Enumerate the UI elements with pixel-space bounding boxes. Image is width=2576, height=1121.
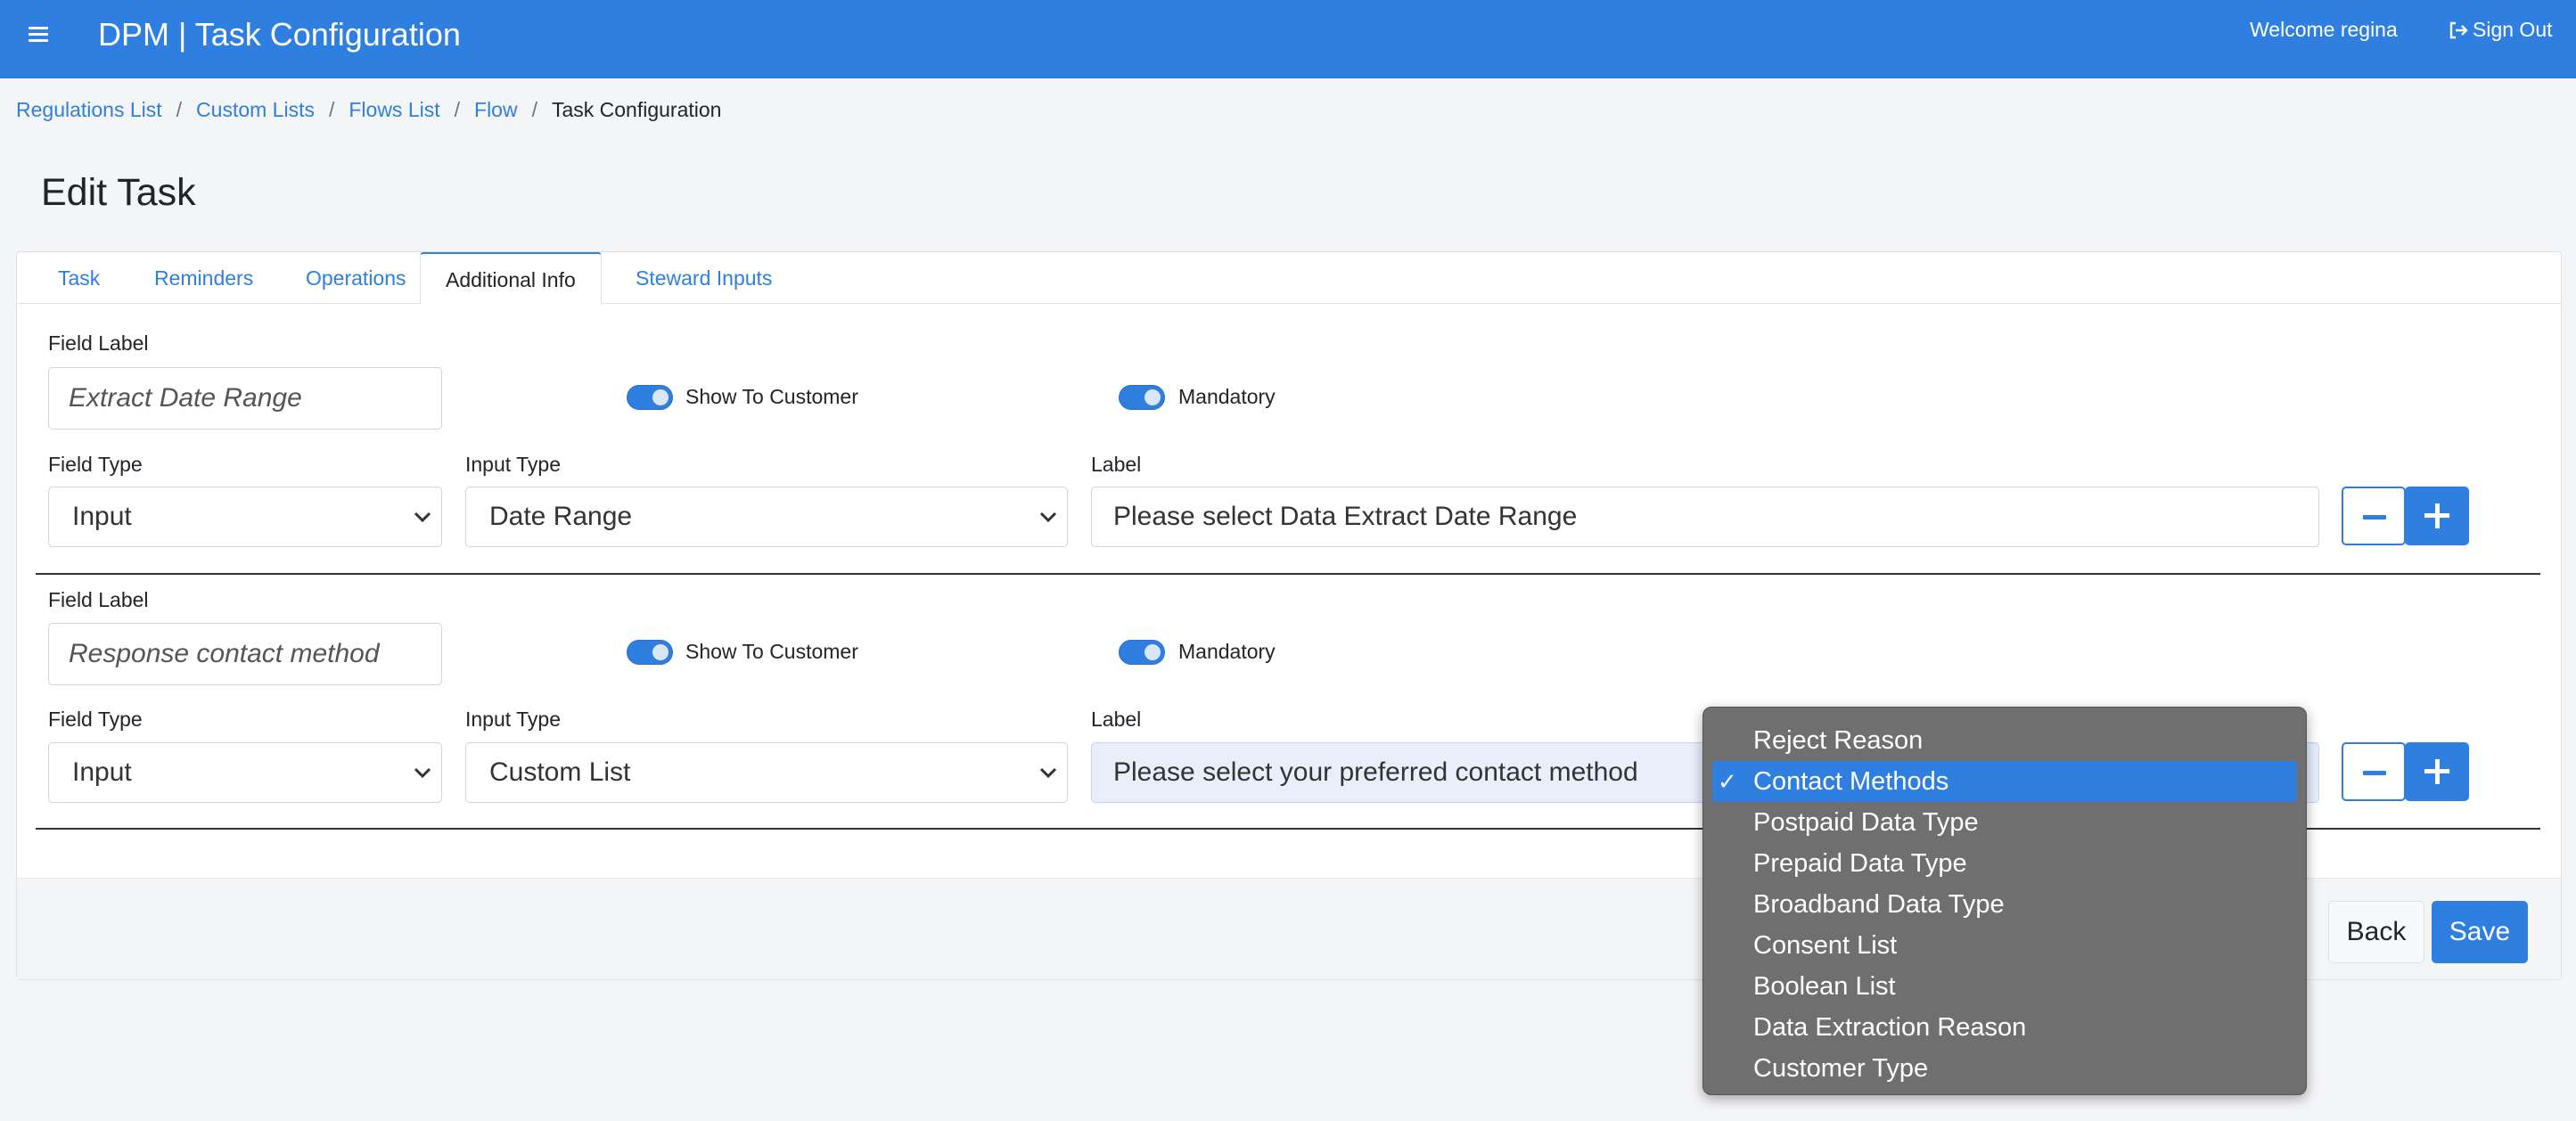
breadcrumb-custom-lists[interactable]: Custom Lists	[196, 98, 315, 122]
input-type-value: Date Range	[489, 502, 633, 531]
tab-additional-info[interactable]: Additional Info	[420, 252, 602, 305]
breadcrumb-flows-list[interactable]: Flows List	[349, 98, 439, 122]
breadcrumb-current: Task Configuration	[551, 98, 722, 121]
mandatory-toggle[interactable]	[1119, 640, 1165, 665]
dropdown-option[interactable]: Postpaid Data Type	[1712, 802, 2297, 843]
chevron-down-icon	[1039, 767, 1057, 779]
field-type-value: Input	[72, 757, 132, 787]
breadcrumb-separator: /	[328, 98, 335, 121]
field-label-input[interactable]: Response contact method	[48, 623, 442, 685]
show-to-customer-label: Show To Customer	[685, 640, 858, 663]
breadcrumb-regulations-list[interactable]: Regulations List	[16, 98, 162, 122]
input-type-value: Custom List	[489, 757, 631, 787]
breadcrumb-separator: /	[176, 98, 183, 121]
dropdown-option[interactable]: Broadband Data Type	[1712, 884, 2297, 925]
dropdown-option[interactable]: Reject Reason	[1712, 720, 2297, 761]
save-button[interactable]: Save	[2432, 901, 2528, 963]
label-caption: Label	[1091, 708, 1142, 731]
app-title: DPM | Task Configuration	[98, 16, 461, 53]
dropdown-option[interactable]: Boolean List	[1712, 966, 2297, 1007]
breadcrumb-separator: /	[454, 98, 461, 121]
field-type-select[interactable]: Input	[48, 487, 442, 547]
show-to-customer-label: Show To Customer	[685, 385, 858, 408]
show-to-customer-toggle[interactable]	[627, 385, 673, 410]
sign-out-label: Sign Out	[2473, 18, 2553, 41]
field-label-caption: Field Label	[48, 588, 149, 611]
tab-task[interactable]: Task	[33, 252, 125, 304]
remove-field-button[interactable]	[2342, 742, 2406, 801]
minus-icon	[2363, 771, 2386, 775]
dropdown-option-selected[interactable]: ✓ Contact Methods	[1712, 761, 2297, 802]
breadcrumb-separator: /	[531, 98, 537, 121]
mandatory-label: Mandatory	[1178, 385, 1276, 408]
dropdown-option[interactable]: Consent List	[1712, 925, 2297, 966]
custom-list-dropdown: Reject Reason ✓ Contact Methods Postpaid …	[1702, 707, 2307, 1095]
dropdown-option[interactable]: Customer Type	[1712, 1048, 2297, 1089]
input-type-caption: Input Type	[465, 708, 561, 731]
field-type-caption: Field Type	[48, 708, 143, 731]
field-type-caption: Field Type	[48, 453, 143, 476]
dropdown-option[interactable]: Data Extraction Reason	[1712, 1007, 2297, 1048]
sign-out-link[interactable]: Sign Out	[2448, 18, 2553, 42]
mandatory-label: Mandatory	[1178, 640, 1276, 663]
input-type-select[interactable]: Date Range	[465, 487, 1068, 547]
input-type-select[interactable]: Custom List	[465, 742, 1068, 803]
chevron-down-icon	[414, 511, 431, 523]
row-divider	[36, 573, 2540, 575]
minus-icon	[2363, 515, 2386, 520]
tab-reminders[interactable]: Reminders	[129, 252, 278, 304]
field-type-value: Input	[72, 502, 132, 531]
add-field-button[interactable]	[2405, 742, 2469, 801]
add-field-button[interactable]	[2405, 487, 2469, 545]
check-icon: ✓	[1718, 768, 1737, 795]
input-type-caption: Input Type	[465, 453, 561, 476]
chevron-down-icon	[1039, 511, 1057, 523]
tab-operations[interactable]: Operations	[281, 252, 431, 304]
tab-steward-inputs[interactable]: Steward Inputs	[611, 252, 797, 304]
sign-out-icon	[2449, 21, 2468, 38]
breadcrumb: Regulations List / Custom Lists / Flows …	[16, 98, 721, 122]
remove-field-button[interactable]	[2342, 487, 2406, 545]
page-title: Edit Task	[41, 171, 196, 214]
field-label-caption: Field Label	[48, 331, 149, 355]
hamburger-icon[interactable]	[29, 23, 48, 43]
label-input[interactable]: Please select Data Extract Date Range	[1091, 487, 2319, 547]
top-navbar: DPM | Task Configuration Welcome regina …	[0, 0, 2576, 78]
mandatory-toggle[interactable]	[1119, 385, 1165, 410]
chevron-down-icon	[414, 767, 431, 779]
tab-bar: Task Reminders Operations Additional Inf…	[17, 252, 2561, 305]
dropdown-option[interactable]: Prepaid Data Type	[1712, 843, 2297, 884]
show-to-customer-toggle[interactable]	[627, 640, 673, 665]
back-button[interactable]: Back	[2328, 901, 2424, 963]
field-label-input[interactable]: Extract Date Range	[48, 367, 442, 430]
welcome-text: Welcome regina	[2250, 18, 2398, 41]
label-caption: Label	[1091, 453, 1142, 476]
field-type-select[interactable]: Input	[48, 742, 442, 803]
breadcrumb-flow[interactable]: Flow	[474, 98, 518, 122]
